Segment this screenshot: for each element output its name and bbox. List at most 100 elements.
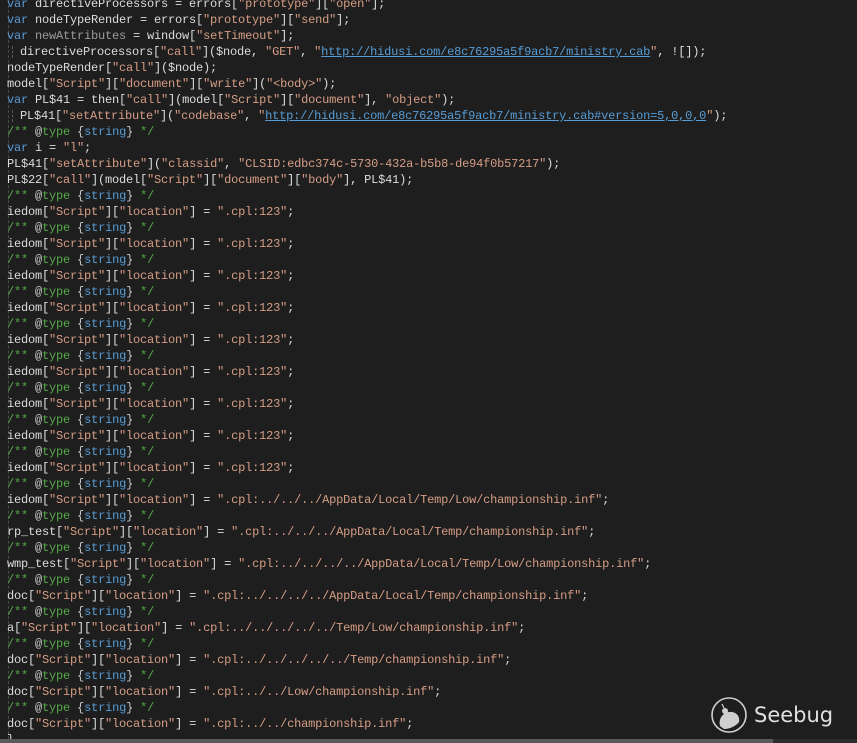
code-token: type bbox=[42, 509, 78, 523]
code-line: /** @type {string} */ bbox=[7, 572, 154, 588]
code-token: "location" bbox=[119, 429, 190, 443]
code-token: @ bbox=[35, 541, 43, 555]
code-token: "Script" bbox=[49, 237, 106, 251]
code-token: var bbox=[7, 0, 29, 11]
code-token: @ bbox=[35, 605, 43, 619]
code-token: "l" bbox=[63, 141, 85, 155]
code-url-link[interactable]: http://hidusi.com/e8c76295a5f9acb7/minis… bbox=[321, 45, 650, 59]
code-line: iedom["Script"]["location"] = ".cpl:123"… bbox=[7, 396, 294, 412]
horizontal-scrollbar[interactable] bbox=[0, 739, 857, 743]
code-token: iedom[ bbox=[7, 493, 50, 507]
code-token: string bbox=[84, 477, 127, 491]
code-token: */ bbox=[133, 381, 155, 395]
code-token: "location" bbox=[105, 589, 176, 603]
code-token: "Script" bbox=[63, 525, 120, 539]
code-token: doc[ bbox=[7, 685, 36, 699]
code-token: { bbox=[77, 701, 85, 715]
code-line: /** @type {string} */ bbox=[7, 636, 154, 652]
code-line: var directiveProcessors = errors["protot… bbox=[7, 0, 385, 12]
code-token: "Script" bbox=[49, 269, 106, 283]
code-token: "Script" bbox=[49, 493, 106, 507]
code-token: type bbox=[42, 477, 78, 491]
code-token: @ bbox=[35, 701, 43, 715]
code-line: iedom["Script"]["location"] = ".cpl:123"… bbox=[7, 300, 294, 316]
code-token: { bbox=[77, 285, 85, 299]
code-line: var i = "l"; bbox=[7, 140, 91, 156]
code-token: string bbox=[84, 541, 127, 555]
code-token: type bbox=[42, 125, 78, 139]
code-token: @ bbox=[35, 445, 43, 459]
code-token: , bbox=[300, 45, 315, 59]
code-token: string bbox=[84, 605, 127, 619]
code-token: @ bbox=[35, 189, 43, 203]
code-token: ] = bbox=[210, 557, 239, 571]
code-token: ".cpl:123" bbox=[217, 397, 288, 411]
code-token: */ bbox=[133, 317, 155, 331]
code-token: { bbox=[77, 605, 85, 619]
code-token: ; bbox=[287, 365, 295, 379]
code-token: "location" bbox=[119, 205, 190, 219]
code-line: /** @type {string} */ bbox=[7, 124, 154, 140]
code-line: } bbox=[7, 732, 14, 739]
code-token: string bbox=[84, 317, 127, 331]
code-token: ] = bbox=[189, 205, 218, 219]
code-token: /** bbox=[7, 701, 36, 715]
code-token: @ bbox=[35, 253, 43, 267]
code-editor[interactable]: var directiveProcessors = errors["protot… bbox=[0, 0, 857, 739]
code-token: { bbox=[77, 349, 85, 363]
code-token: ][ bbox=[91, 717, 106, 731]
code-token: @ bbox=[35, 349, 43, 363]
code-token: ][ bbox=[105, 237, 120, 251]
scrollbar-thumb[interactable] bbox=[0, 739, 773, 743]
code-line: doc["Script"]["location"] = ".cpl:../../… bbox=[7, 684, 441, 700]
code-token: var bbox=[7, 29, 29, 43]
code-token: "Script" bbox=[35, 685, 92, 699]
code-token: ]($node); bbox=[154, 61, 218, 75]
code-token: /** bbox=[7, 637, 36, 651]
code-token: ], bbox=[364, 93, 386, 107]
code-token: ; bbox=[287, 461, 295, 475]
code-token: "location" bbox=[91, 621, 162, 635]
code-line: doc["Script"]["location"] = ".cpl:../../… bbox=[7, 588, 588, 604]
code-line: iedom["Script"]["location"] = ".cpl:123"… bbox=[7, 428, 294, 444]
code-line: iedom["Script"]["location"] = ".cpl:123"… bbox=[7, 268, 294, 284]
code-token: { bbox=[77, 381, 85, 395]
code-line: rp_test["Script"]["location"] = ".cpl:..… bbox=[7, 524, 595, 540]
code-token: /** bbox=[7, 221, 36, 235]
code-token: */ bbox=[133, 669, 155, 683]
code-line: /** @type {string} */ bbox=[7, 220, 154, 236]
code-token: ".cpl:123" bbox=[217, 237, 288, 251]
code-token: "setTimeout" bbox=[196, 29, 281, 43]
code-token: var bbox=[7, 13, 29, 27]
code-token: ; bbox=[287, 301, 295, 315]
code-token: ; bbox=[504, 653, 512, 667]
code-token: /** bbox=[7, 509, 36, 523]
code-token: "body" bbox=[301, 173, 344, 187]
code-token: ] = bbox=[203, 525, 232, 539]
code-token: doc[ bbox=[7, 653, 36, 667]
code-token: doc[ bbox=[7, 717, 36, 731]
code-url-link[interactable]: http://hidusi.com/e8c76295a5f9acb7/minis… bbox=[265, 109, 706, 123]
code-token: iedom[ bbox=[7, 333, 50, 347]
code-token: ; bbox=[287, 205, 295, 219]
code-token: "send" bbox=[294, 13, 337, 27]
code-token: ][ bbox=[287, 173, 302, 187]
code-token: ] = bbox=[175, 589, 204, 603]
code-token: wmp_test[ bbox=[7, 557, 71, 571]
code-token: /** bbox=[7, 381, 36, 395]
code-token: ; bbox=[287, 269, 295, 283]
code-token: ][ bbox=[91, 653, 106, 667]
code-token: "Script" bbox=[49, 461, 106, 475]
code-token: string bbox=[84, 253, 127, 267]
code-line: /** @type {string} */ bbox=[7, 540, 154, 556]
code-token: ]( bbox=[160, 109, 175, 123]
code-token: ]( bbox=[252, 77, 267, 91]
code-line: doc["Script"]["location"] = ".cpl:../../… bbox=[7, 716, 413, 732]
code-token: ; bbox=[406, 717, 414, 731]
code-token: directiveProcessors[ bbox=[20, 45, 161, 59]
code-token: { bbox=[77, 253, 85, 267]
code-token: /** bbox=[7, 573, 36, 587]
code-token: */ bbox=[133, 189, 155, 203]
code-token: { bbox=[77, 541, 85, 555]
code-line: iedom["Script"]["location"] = ".cpl:123"… bbox=[7, 460, 294, 476]
